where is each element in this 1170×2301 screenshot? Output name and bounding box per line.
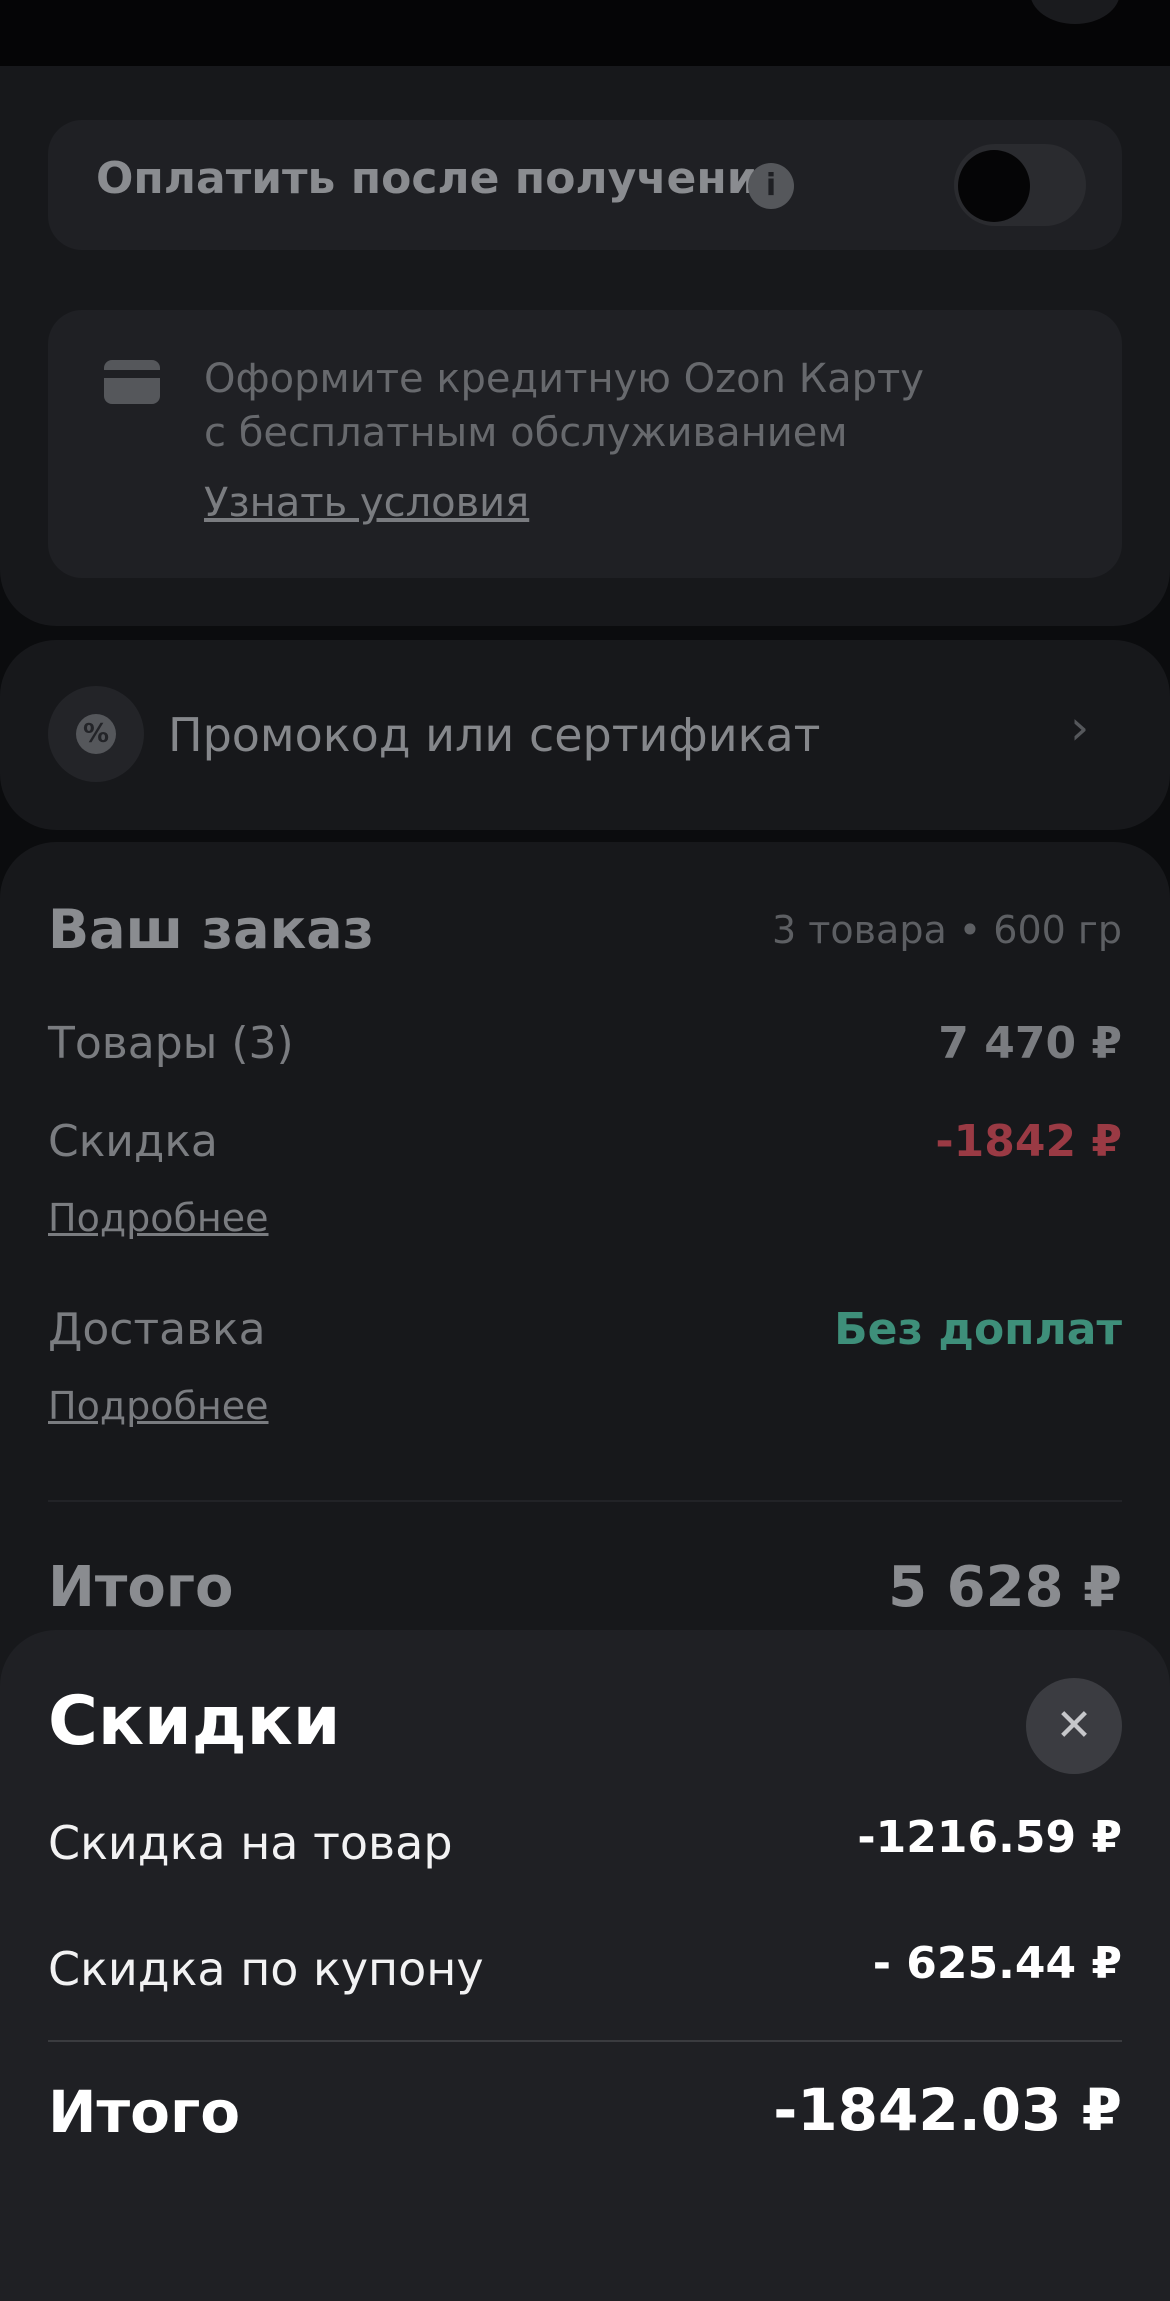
sheet-divider bbox=[48, 2040, 1122, 2042]
order-total-label: Итого bbox=[48, 1555, 234, 1620]
close-button[interactable]: ✕ bbox=[1026, 1678, 1122, 1774]
ozon-card-text-line2: с бесплатным обслуживанием bbox=[204, 410, 848, 456]
order-title: Ваш заказ bbox=[48, 898, 375, 961]
product-discount-value: -1216.59 ₽ bbox=[857, 1812, 1122, 1863]
learn-terms-link[interactable]: Узнать условия bbox=[204, 480, 529, 526]
delivery-value: Без доплат bbox=[834, 1304, 1122, 1355]
discount-label: Скидка bbox=[48, 1116, 218, 1167]
percent-icon: % bbox=[76, 714, 116, 754]
order-meta: 3 товара • 600 гр bbox=[772, 908, 1122, 952]
divider bbox=[48, 1500, 1122, 1502]
toggle-knob bbox=[958, 150, 1030, 222]
chevron-right-icon: › bbox=[1070, 700, 1090, 756]
coupon-discount-value: - 625.44 ₽ bbox=[872, 1938, 1122, 1989]
pay-after-receipt-label: Оплатить после получения bbox=[96, 153, 786, 204]
items-label: Товары (3) bbox=[48, 1018, 294, 1069]
coupon-discount-label: Скидка по купону bbox=[48, 1942, 484, 1996]
promo-code-label: Промокод или сертификат bbox=[168, 708, 821, 762]
promo-icon-wrap: % bbox=[48, 686, 144, 782]
ozon-card-text-line1: Оформите кредитную Ozon Карту bbox=[204, 356, 924, 402]
delivery-details-link[interactable]: Подробнее bbox=[48, 1384, 269, 1428]
sheet-total-value: -1842.03 ₽ bbox=[773, 2076, 1122, 2144]
discount-value: -1842 ₽ bbox=[935, 1116, 1122, 1167]
order-total-value: 5 628 ₽ bbox=[888, 1555, 1122, 1620]
sheet-total-label: Итого bbox=[48, 2078, 241, 2146]
top-bar bbox=[0, 0, 1170, 66]
items-value: 7 470 ₽ bbox=[938, 1018, 1122, 1069]
sheet-title: Скидки bbox=[48, 1682, 341, 1761]
discount-details-link[interactable]: Подробнее bbox=[48, 1196, 269, 1240]
credit-card-icon bbox=[104, 360, 160, 404]
info-icon[interactable]: i bbox=[748, 163, 794, 209]
delivery-label: Доставка bbox=[48, 1304, 266, 1355]
product-discount-label: Скидка на товар bbox=[48, 1816, 453, 1870]
